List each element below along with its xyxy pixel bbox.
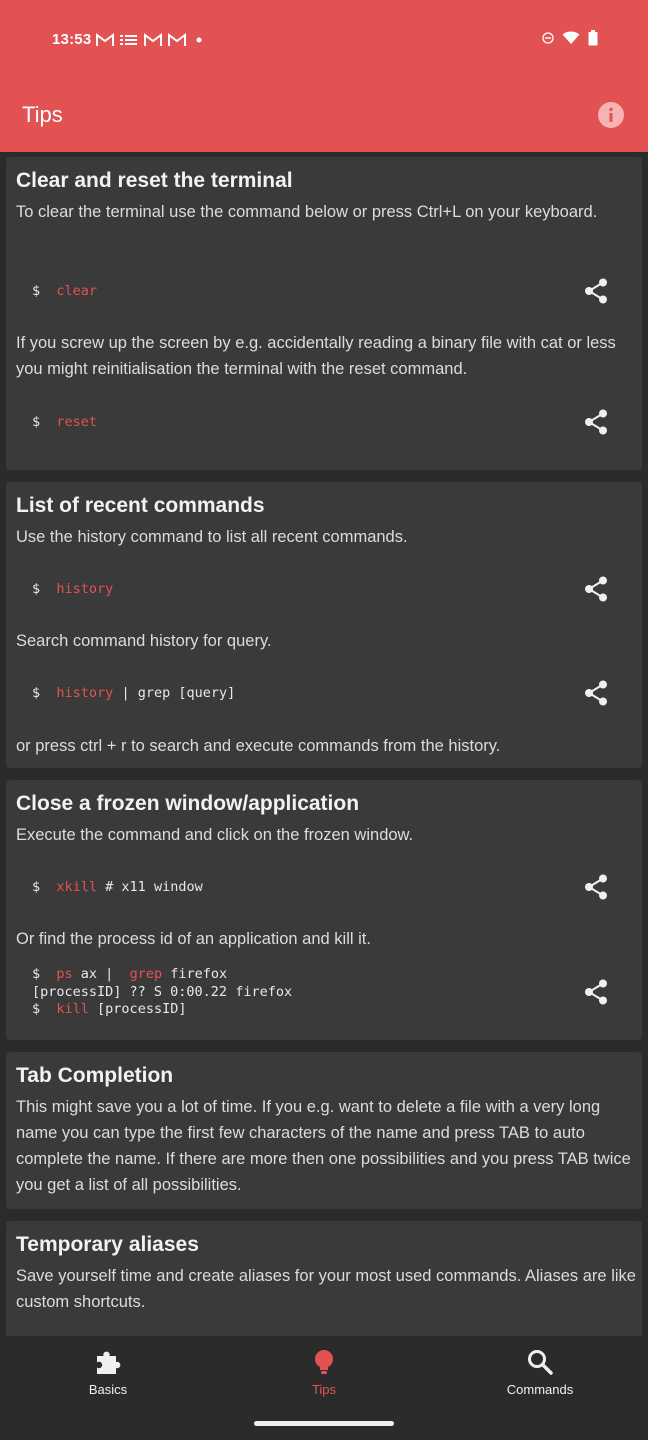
- app-bar: 13:53 Tips: [0, 0, 648, 152]
- share-icon: [585, 680, 607, 706]
- tip-card: Tab Completion This might save you a lot…: [6, 1052, 642, 1209]
- page-title: Tips: [22, 102, 63, 127]
- tip-text: Search command history for query.: [16, 632, 272, 650]
- tip-card: Clear and reset the terminal To clear th…: [6, 157, 642, 470]
- tip-text: Use the history command to list all rece…: [16, 528, 408, 546]
- share-button[interactable]: [582, 679, 610, 707]
- tip-title: Temporary aliases: [16, 1233, 199, 1256]
- tip-title: Close a frozen window/application: [16, 792, 360, 815]
- search-icon: [528, 1350, 553, 1375]
- list-icon: [120, 35, 137, 45]
- tip-title: Tab Completion: [16, 1064, 174, 1087]
- command-snippet: $ xkill # x11 window: [32, 879, 203, 895]
- command-snippet: $ reset: [32, 414, 98, 430]
- status-time: 13:53: [52, 31, 92, 48]
- share-button[interactable]: [582, 277, 610, 305]
- status-bar: 13:53: [0, 0, 648, 80]
- share-icon: [585, 874, 607, 900]
- dnd-icon: [542, 32, 554, 44]
- nav-label: Commands: [506, 1382, 574, 1397]
- tip-title: List of recent commands: [16, 494, 265, 517]
- share-button[interactable]: [582, 408, 610, 436]
- command-snippet: $ clear: [32, 283, 98, 299]
- tip-card: List of recent commands Use the history …: [6, 482, 642, 768]
- share-button[interactable]: [582, 978, 610, 1006]
- tips-list[interactable]: Clear and reset the terminal To clear th…: [0, 152, 648, 1336]
- info-button[interactable]: [598, 102, 624, 128]
- share-icon: [585, 278, 607, 304]
- share-button[interactable]: [582, 873, 610, 901]
- command-snippet: $ history: [32, 581, 114, 597]
- tip-text: Save yourself time and create aliases fo…: [16, 1267, 636, 1311]
- info-icon: [609, 107, 613, 122]
- tip-card: Close a frozen window/application Execut…: [6, 780, 642, 1040]
- nav-basics[interactable]: Basics: [48, 1348, 168, 1397]
- gmail-icon: [144, 33, 162, 46]
- tip-card: Temporary aliases Save yourself time and…: [6, 1221, 642, 1336]
- system-icons: [542, 30, 598, 46]
- nav-label: Tips: [311, 1382, 337, 1397]
- nav-commands[interactable]: Commands: [480, 1348, 600, 1397]
- dot-icon: [196, 37, 202, 43]
- share-icon: [585, 979, 607, 1005]
- gmail-icon: [168, 33, 186, 46]
- tip-text: If you screw up the screen by e.g. accid…: [16, 334, 616, 378]
- command-snippet: $ history | grep [query]: [32, 685, 236, 701]
- tip-text: To clear the terminal use the command be…: [16, 203, 598, 221]
- puzzle-icon: [97, 1351, 121, 1374]
- gmail-icon: [96, 33, 114, 46]
- command-snippet: $ ps ax | grep firefox [processID] ?? S …: [32, 966, 293, 1017]
- share-icon: [585, 576, 607, 602]
- battery-icon: [588, 30, 598, 46]
- home-indicator[interactable]: [254, 1421, 394, 1426]
- tip-text: or press ctrl + r to search and execute …: [16, 737, 501, 755]
- share-icon: [585, 409, 607, 435]
- notification-icons: [96, 30, 206, 50]
- lightbulb-icon: [315, 1350, 333, 1374]
- nav-tips[interactable]: Tips: [264, 1348, 384, 1397]
- tip-title: Clear and reset the terminal: [16, 169, 293, 192]
- wifi-icon: [562, 31, 580, 44]
- nav-label: Basics: [88, 1382, 128, 1397]
- tip-text: Or find the process id of an application…: [16, 930, 371, 948]
- share-button[interactable]: [582, 575, 610, 603]
- tip-text: This might save you a lot of time. If yo…: [16, 1098, 631, 1194]
- tip-text: Execute the command and click on the fro…: [16, 826, 414, 844]
